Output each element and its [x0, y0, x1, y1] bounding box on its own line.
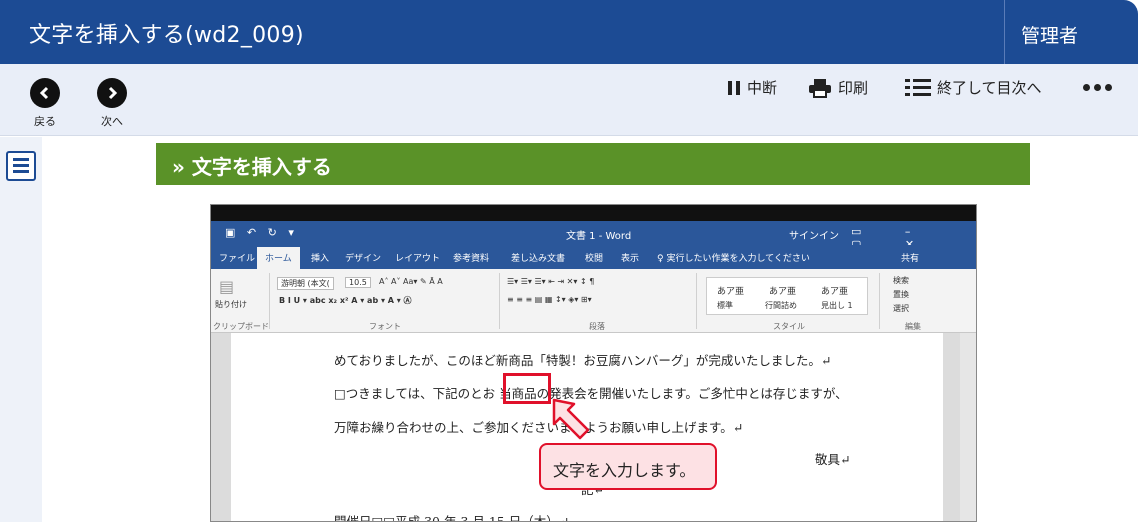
doc-line: 敬具↵ — [815, 452, 851, 467]
doc-line: めておりましたが、このほど新商品「特製！お豆腐ハンバーグ」が完成いたしました。↵ — [334, 353, 832, 368]
next-label: 次へ — [101, 115, 123, 128]
font-name-box: 游明朝 (本文( — [277, 277, 334, 290]
pointer-arrow-icon — [552, 398, 590, 440]
back-label: 戻る — [34, 115, 56, 128]
word-tab-active: ホーム — [257, 247, 300, 270]
font-size-box: 10.5 — [345, 277, 371, 288]
quick-access-icons: ▣ ↶ ↻ ▾ — [225, 226, 298, 239]
style-sample: あア亜 — [769, 287, 797, 297]
style-name: 見出し 1 — [821, 301, 853, 310]
word-ribbon-tabs: ファイル ホーム 挿入 デザイン レイアウト 参考資料 差し込み文書 校閲 表示… — [211, 245, 976, 270]
chevron-right-icon — [97, 78, 127, 108]
style-sample: あア亜 — [717, 287, 745, 297]
paragraph-icons-row2: ≡ ≡ ≡ ▤ ▦ ↕▾ ◈▾ ⊞▾ — [507, 295, 592, 304]
font-size-icons: A˄ A˅ Aa▾ ✎ Ā A — [379, 277, 443, 286]
pause-icon — [728, 80, 740, 95]
print-label: 印刷 — [838, 79, 869, 97]
word-tab: 挿入 — [311, 254, 330, 264]
word-tab: 参考資料 — [453, 254, 490, 264]
group-label: フォント — [369, 322, 401, 331]
word-tell-me: ♀ 実行したい作業を入力してください — [657, 254, 810, 264]
word-titlebar: ▣ ↶ ↻ ▾ 文書 1 - Word サインイン ▭ – ▢ ✕ — [211, 221, 976, 251]
more-icon[interactable] — [1083, 84, 1112, 91]
group-label: 編集 — [905, 322, 921, 331]
word-tab: 表示 — [621, 254, 640, 264]
word-share: 共有 — [901, 254, 920, 264]
word-top-bar — [211, 205, 976, 221]
word-tab: 差し込み文書 — [511, 254, 566, 264]
edit-replace: 置換 — [893, 290, 909, 299]
header-divider — [1004, 0, 1005, 64]
next-button[interactable]: 次へ — [92, 78, 132, 129]
pause-button[interactable]: 中断 — [727, 77, 777, 98]
group-label: クリップボード — [213, 322, 269, 331]
back-button[interactable]: 戻る — [25, 78, 65, 129]
section-title: » 文字を挿入する — [156, 143, 1030, 185]
instruction-callout: 文字を入力します。 — [539, 443, 717, 490]
word-scrollbar — [960, 333, 976, 521]
doc-line: 万障お繰り合わせの上、ご参加くださいますようお願い申し上げます。↵ — [334, 420, 744, 435]
chevron-left-icon — [30, 78, 60, 108]
paste-label: 貼り付け — [215, 300, 247, 309]
group-label: スタイル — [773, 322, 805, 331]
word-tab: 校閲 — [585, 254, 604, 264]
word-signin: サインイン — [789, 231, 839, 242]
list-exit-icon — [905, 78, 931, 96]
edit-find: 検索 — [893, 276, 909, 285]
page-title: 文字を挿入する(wd2_009) — [29, 23, 304, 48]
app-header: 文字を挿入する(wd2_009) 管理者 — [0, 0, 1138, 64]
font-style-icons: B I U ▾ abc x₂ x² A ▾ ab ▾ A ▾ Ⓐ — [279, 296, 412, 305]
word-tab: デザイン — [345, 254, 382, 264]
word-tab: レイアウト — [395, 254, 441, 264]
word-doc-title: 文書 1 - Word — [566, 231, 632, 242]
printer-icon — [809, 78, 831, 98]
doc-line: 開催日□□平成 30 年 3 月 15 日（木）↵ — [334, 514, 570, 522]
word-tab: ファイル — [219, 254, 256, 264]
print-button[interactable]: 印刷 — [808, 77, 868, 98]
toc-list-icon[interactable] — [6, 151, 36, 181]
finish-to-toc-button[interactable]: 終了して目次へ — [905, 77, 1042, 98]
styles-gallery: あア亜 あア亜 あア亜 標準 行間詰め 見出し 1 — [706, 277, 868, 315]
left-rail — [0, 137, 42, 522]
edit-select: 選択 — [893, 304, 909, 313]
group-label: 段落 — [589, 322, 605, 331]
insertion-highlight-box — [503, 373, 551, 404]
style-name: 行間詰め — [765, 301, 797, 310]
style-name: 標準 — [717, 301, 733, 310]
paste-icon: ▤ — [219, 277, 235, 296]
finish-label: 終了して目次へ — [937, 79, 1042, 97]
style-sample: あア亜 — [821, 287, 849, 297]
pause-label: 中断 — [747, 79, 778, 97]
user-label[interactable]: 管理者 — [1021, 21, 1078, 48]
toolbar: 戻る 次へ 中断 印刷 終了して目次へ — [0, 64, 1138, 136]
word-ribbon: ▤ 貼り付け 游明朝 (本文( 10.5 A˄ A˅ Aa▾ ✎ Ā A B I… — [211, 269, 976, 333]
paragraph-icons-row1: ☰▾ ☰▾ ☰▾ ⇤ ⇥ ✕▾ ↕ ¶ — [507, 277, 595, 286]
